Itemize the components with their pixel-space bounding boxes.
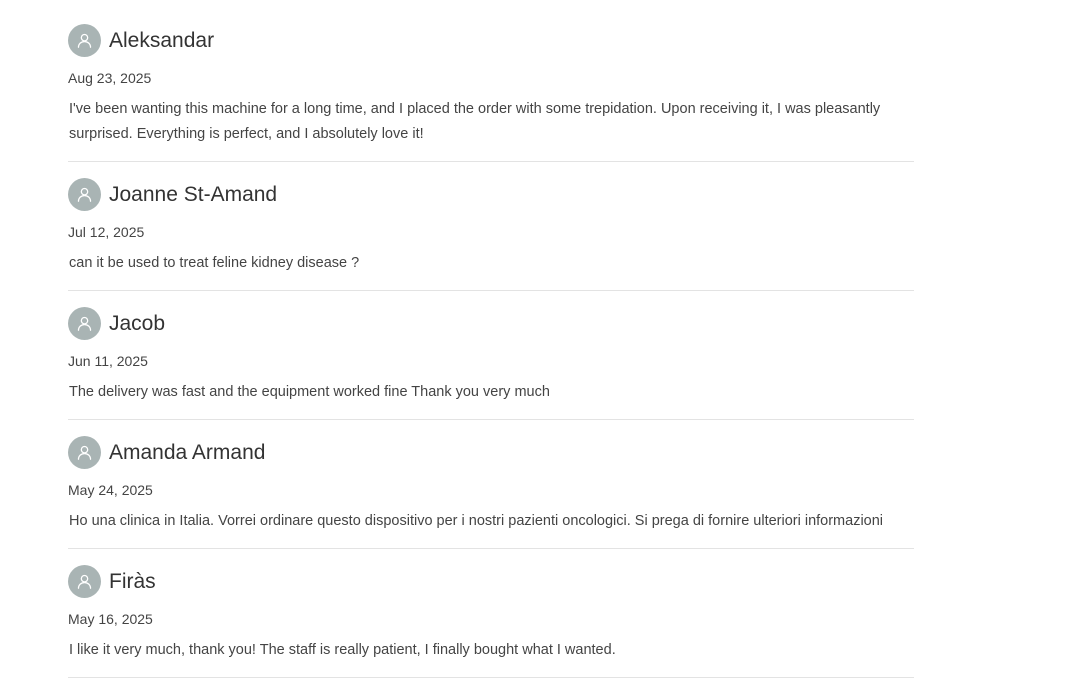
user-avatar-icon <box>68 307 101 340</box>
reviewer-name: Firàs <box>109 570 156 593</box>
review-header: Amanda Armand <box>68 436 914 469</box>
review-item: Firàs May 16, 2025 I like it very much, … <box>68 549 914 678</box>
review-date: May 24, 2025 <box>68 482 153 498</box>
reviewer-name: Joanne St-Amand <box>109 183 278 206</box>
review-date: Aug 23, 2025 <box>68 70 152 86</box>
review-header: Aleksandar <box>68 24 914 57</box>
user-avatar-icon <box>68 178 101 211</box>
review-item: Joanne St-Amand Jul 12, 2025 can it be u… <box>68 162 914 291</box>
review-text: can it be used to treat feline kidney di… <box>69 255 360 271</box>
review-text: I like it very much, thank you! The staf… <box>69 642 616 658</box>
user-avatar-icon <box>68 24 101 57</box>
reviewer-name: Amanda Armand <box>109 441 266 464</box>
review-date: Jul 12, 2025 <box>68 224 145 240</box>
user-avatar-icon <box>68 565 101 598</box>
review-item: Jacob Jun 11, 2025 The delivery was fast… <box>68 291 914 420</box>
review-header: Jacob <box>68 307 914 340</box>
review-header: Joanne St-Amand <box>68 178 914 211</box>
review-text: I've been wanting this machine for a lon… <box>69 101 881 142</box>
review-header: Firàs <box>68 565 914 598</box>
review-date: Jun 11, 2025 <box>68 353 148 369</box>
review-list: Aleksandar Aug 23, 2025 I've been wantin… <box>68 0 914 678</box>
review-text: Ho una clinica in Italia. Vorrei ordinar… <box>69 513 884 529</box>
review-date: May 16, 2025 <box>68 611 153 627</box>
review-item: Amanda Armand May 24, 2025 Ho una clinic… <box>68 420 914 549</box>
reviewer-name: Jacob <box>109 312 166 335</box>
user-avatar-icon <box>68 436 101 469</box>
review-text: The delivery was fast and the equipment … <box>69 384 550 400</box>
reviewer-name: Aleksandar <box>109 29 215 52</box>
review-item: Aleksandar Aug 23, 2025 I've been wantin… <box>68 0 914 162</box>
